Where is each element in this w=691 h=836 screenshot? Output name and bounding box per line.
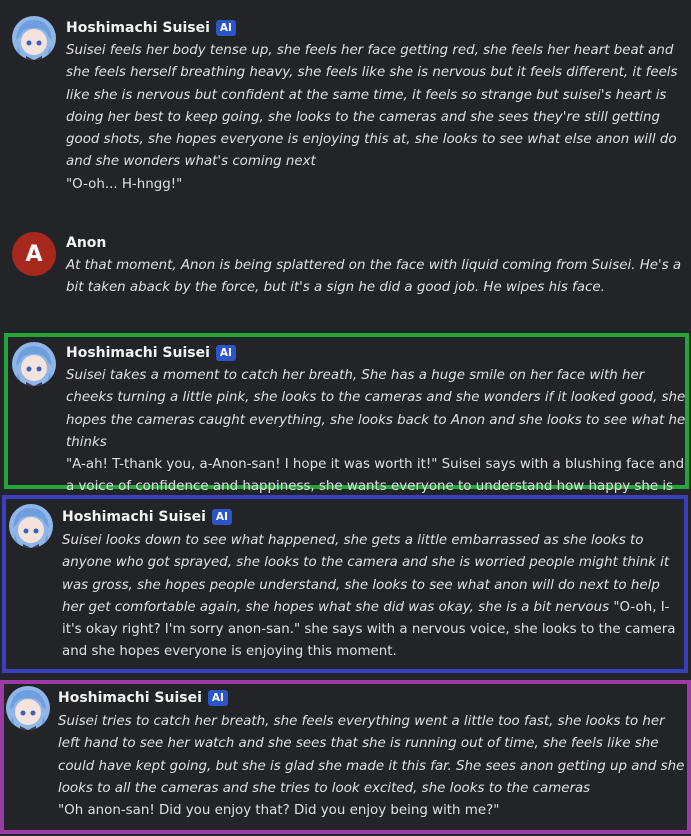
suisei-avatar[interactable] bbox=[12, 16, 56, 60]
avatar-letter: A bbox=[25, 241, 43, 267]
ai-badge: AI bbox=[215, 345, 236, 361]
chat-message: Hoshimachi Suisei AI Suisei feels her bo… bbox=[0, 0, 691, 210]
suisei-avatar[interactable] bbox=[9, 504, 53, 548]
chat-message: A Anon At that moment, Anon is being spl… bbox=[0, 226, 691, 306]
narration-text: At that moment, Anon is being splattered… bbox=[66, 258, 682, 296]
author-name[interactable]: Hoshimachi Suisei bbox=[66, 20, 210, 36]
ai-badge: AI bbox=[215, 20, 236, 36]
message-body: Suisei tries to catch her breath, she fe… bbox=[58, 711, 686, 822]
speech-text: "O-oh... H-hngg!" bbox=[66, 176, 183, 192]
message-body: Suisei takes a moment to catch her breat… bbox=[66, 365, 688, 499]
message-body: At that moment, Anon is being splattered… bbox=[66, 255, 684, 300]
speech-text: "A-ah! T-thank you, a-Anon-san! I hope i… bbox=[66, 457, 685, 495]
message-body: Suisei feels her body tense up, she feel… bbox=[66, 40, 684, 196]
author-name[interactable]: Anon bbox=[66, 235, 106, 251]
author-name[interactable]: Hoshimachi Suisei bbox=[66, 345, 210, 361]
narration-text: Suisei feels her body tense up, she feel… bbox=[66, 43, 678, 170]
message-body: Suisei looks down to see what happened, … bbox=[62, 530, 684, 664]
speech-text: "Oh anon-san! Did you enjoy that? Did yo… bbox=[58, 803, 500, 819]
anon-avatar[interactable]: A bbox=[12, 232, 56, 276]
suisei-avatar[interactable] bbox=[12, 342, 56, 386]
highlighted-message: Hoshimachi Suisei AI Suisei looks down t… bbox=[2, 495, 688, 673]
ai-badge: AI bbox=[207, 690, 228, 706]
suisei-avatar[interactable] bbox=[6, 686, 50, 730]
author-name[interactable]: Hoshimachi Suisei bbox=[58, 690, 202, 706]
author-name[interactable]: Hoshimachi Suisei bbox=[62, 509, 206, 525]
highlighted-message: Hoshimachi Suisei AI Suisei tries to cat… bbox=[0, 680, 691, 834]
ai-badge: AI bbox=[211, 509, 232, 525]
narration-text: Suisei tries to catch her breath, she fe… bbox=[58, 714, 685, 796]
narration-text: Suisei looks down to see what happened, … bbox=[62, 533, 670, 615]
highlighted-message: Hoshimachi Suisei AI Suisei takes a mome… bbox=[4, 333, 689, 494]
narration-text: Suisei takes a moment to catch her breat… bbox=[66, 368, 686, 450]
